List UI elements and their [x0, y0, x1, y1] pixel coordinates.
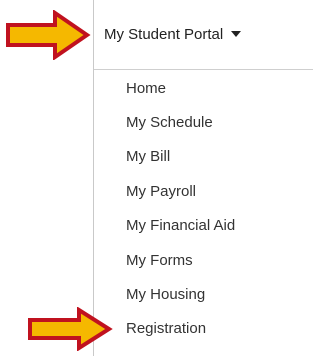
pointer-arrow-icon	[6, 10, 91, 60]
canvas: My Student Portal Home My Schedule My Bi…	[0, 0, 313, 356]
dropdown-menu: Home My Schedule My Bill My Payroll My F…	[94, 71, 313, 346]
pointer-arrow-icon	[28, 307, 113, 351]
menu-item-my-payroll[interactable]: My Payroll	[94, 174, 313, 208]
caret-down-icon	[231, 30, 242, 37]
menu-item-my-housing[interactable]: My Housing	[94, 277, 313, 311]
menu-item-my-forms[interactable]: My Forms	[94, 243, 313, 277]
menu-item-my-bill[interactable]: My Bill	[94, 140, 313, 174]
dropdown-title: My Student Portal	[104, 26, 224, 43]
student-portal-dropdown-toggle[interactable]: My Student Portal	[94, 0, 313, 70]
menu-item-home[interactable]: Home	[94, 71, 313, 105]
menu-item-my-schedule[interactable]: My Schedule	[94, 105, 313, 139]
menu-item-registration[interactable]: Registration	[94, 312, 313, 346]
menu-item-my-financial-aid[interactable]: My Financial Aid	[94, 209, 313, 243]
